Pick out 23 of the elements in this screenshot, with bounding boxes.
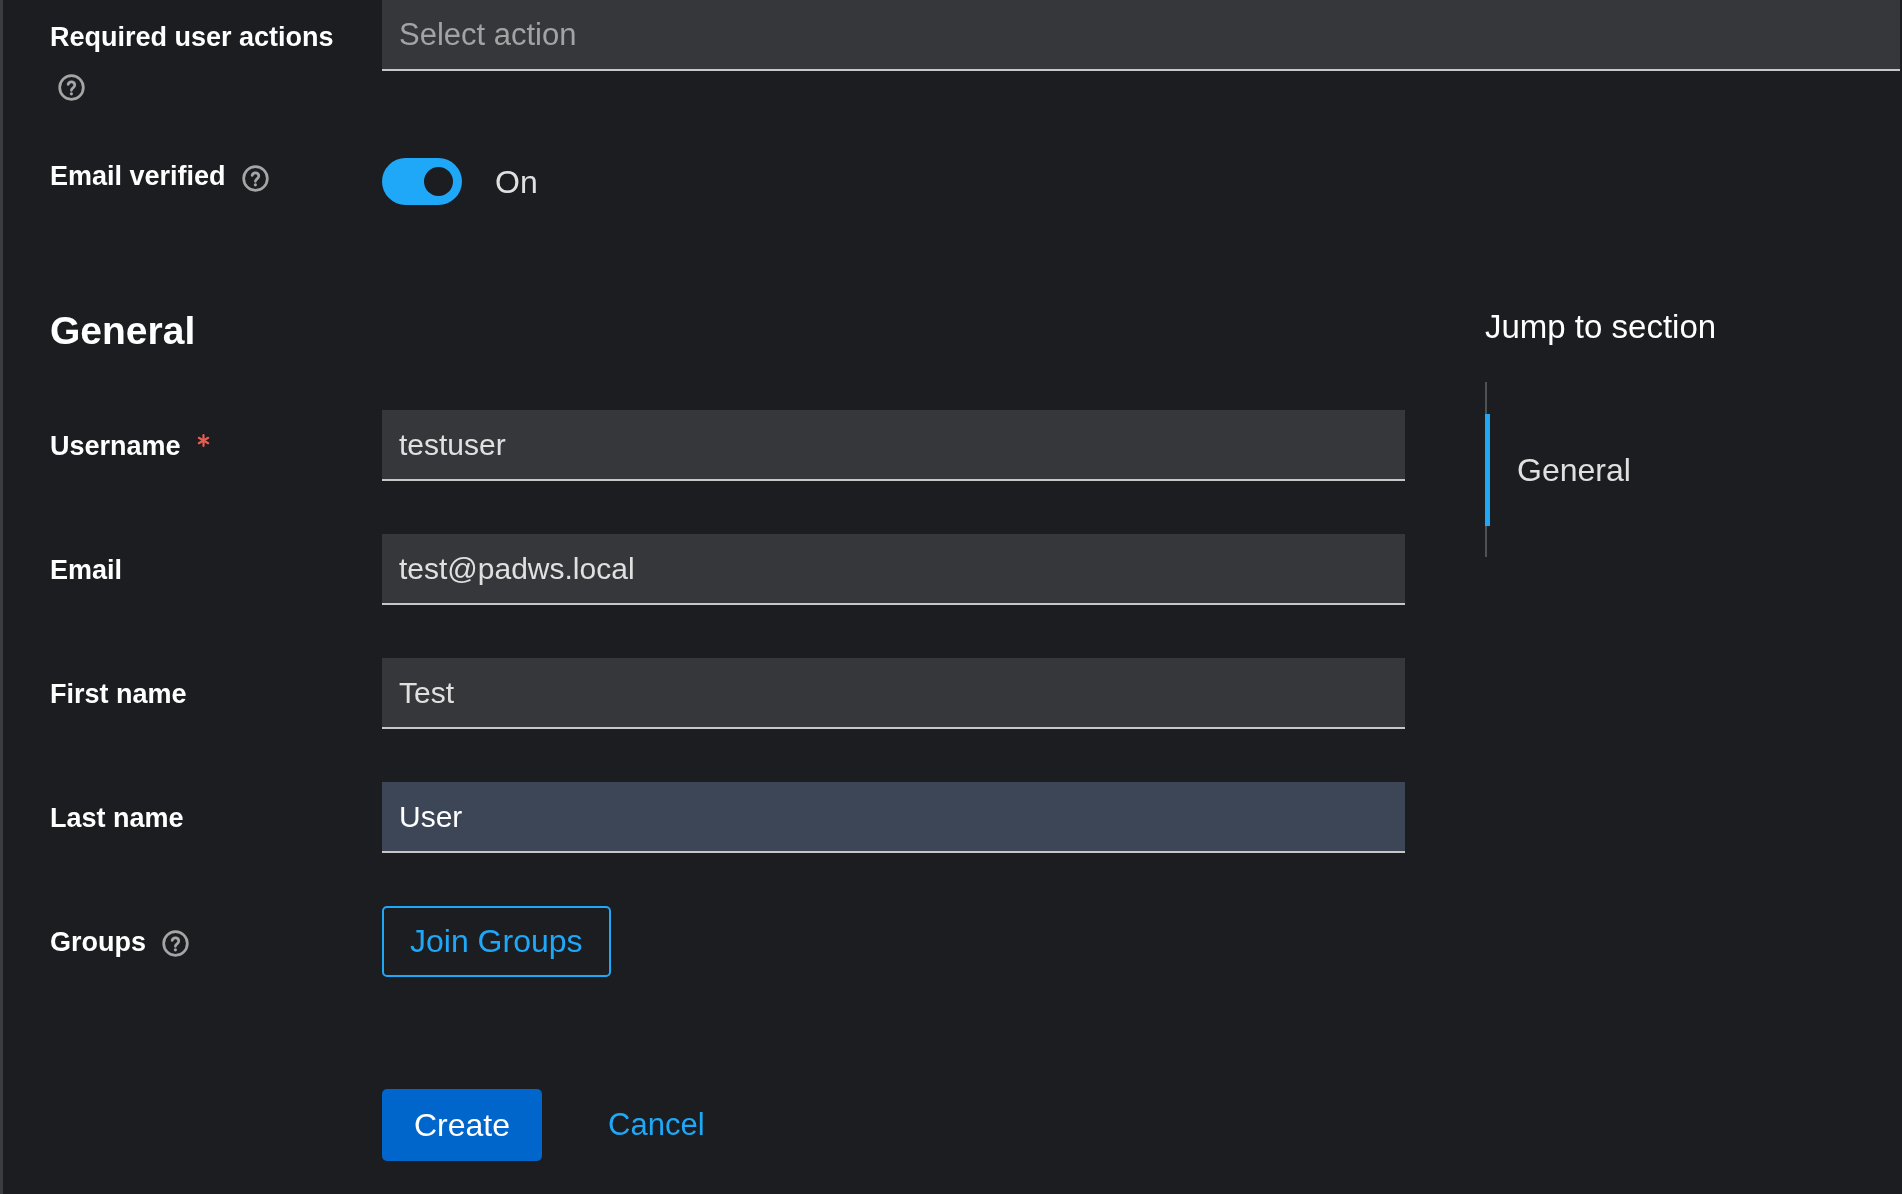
field-label: Required user actions <box>50 22 334 52</box>
jump-to-section-title: Jump to section <box>1485 309 1717 345</box>
text-input-field[interactable]: test@padws.local <box>382 534 1405 605</box>
switch-state-label: On <box>495 163 538 200</box>
field-label: Last name <box>50 802 184 833</box>
section-heading: General <box>50 309 196 353</box>
field-label: Email <box>50 554 123 585</box>
help-icon[interactable] <box>241 164 269 192</box>
text-input-field[interactable]: User <box>382 782 1405 853</box>
create-button[interactable]: Create <box>382 1089 543 1161</box>
field-label: Username <box>50 430 181 461</box>
text-input-field[interactable]: testuser <box>382 410 1405 481</box>
toggle-switch[interactable] <box>382 158 462 205</box>
field-label: Email verified <box>50 161 226 191</box>
join-groups-button[interactable]: Join Groups <box>382 906 611 977</box>
help-icon[interactable] <box>58 74 85 101</box>
jump-nav-item[interactable]: General <box>1485 414 1651 526</box>
text-input-field[interactable]: Test <box>382 658 1405 729</box>
help-icon[interactable] <box>162 930 189 957</box>
cancel-link[interactable]: Cancel <box>608 1107 705 1143</box>
field-label: First name <box>50 678 187 709</box>
field-label: Groups <box>50 926 146 957</box>
select-field[interactable]: Select action <box>382 0 1900 71</box>
